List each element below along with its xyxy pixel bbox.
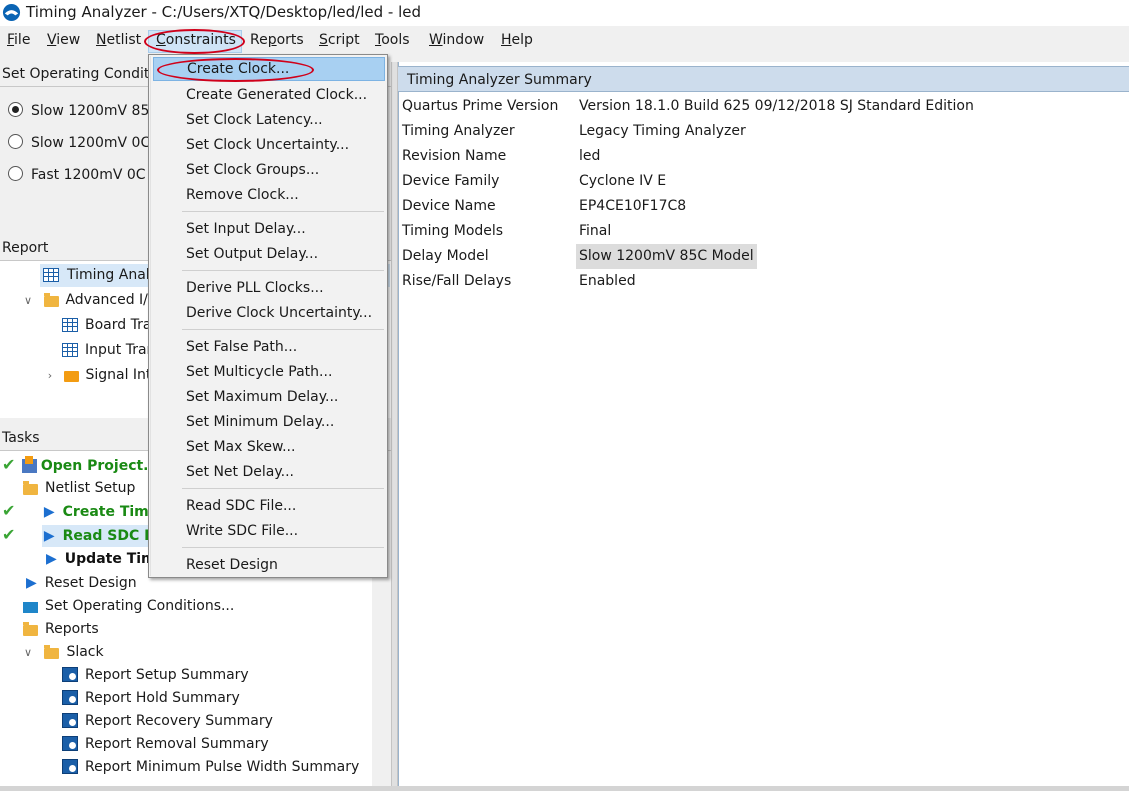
- summary-value: Final: [579, 223, 612, 239]
- menu-script[interactable]: Script: [319, 32, 360, 48]
- summary-key: Quartus Prime Version: [402, 98, 559, 114]
- chevron-right-icon[interactable]: ›: [44, 364, 56, 387]
- window-title: Timing Analyzer - C:/Users/XTQ/Desktop/l…: [26, 3, 422, 21]
- menu-separator: [182, 488, 384, 489]
- task-report-min-pulse-width-summary[interactable]: Report Minimum Pulse Width Summary: [62, 756, 359, 778]
- menu-view[interactable]: View: [47, 32, 80, 48]
- menu-separator: [182, 270, 384, 271]
- menu-item-set-input-delay[interactable]: Set Input Delay...: [153, 217, 385, 241]
- summary-value: led: [579, 148, 601, 164]
- table-icon: [62, 343, 78, 357]
- title-bar: Timing Analyzer - C:/Users/XTQ/Desktop/l…: [0, 0, 1129, 26]
- checkmark-icon: ✔: [2, 525, 16, 544]
- summary-key: Rise/Fall Delays: [402, 273, 512, 289]
- folder-icon: [64, 371, 80, 382]
- menu-item-write-sdc-file[interactable]: Write SDC File...: [153, 519, 385, 543]
- timing-analyzer-app-icon: [2, 3, 21, 22]
- play-icon: ▶: [43, 504, 55, 520]
- summary-key: Delay Model: [402, 248, 489, 264]
- folder-open-icon: [44, 293, 60, 307]
- task-slack[interactable]: ∨ Slack: [22, 641, 104, 663]
- menu-item-set-clock-groups[interactable]: Set Clock Groups...: [153, 158, 385, 182]
- chevron-down-icon[interactable]: ∨: [22, 289, 34, 312]
- summary-pane: [398, 62, 1129, 791]
- report-icon: [62, 690, 78, 705]
- play-icon: ▶: [43, 528, 55, 544]
- summary-value: Version 18.1.0 Build 625 09/12/2018 SJ S…: [579, 98, 974, 114]
- summary-key: Timing Analyzer: [402, 123, 515, 139]
- report-icon: [62, 667, 78, 682]
- menu-file[interactable]: File: [7, 32, 30, 48]
- horizontal-scrollbar[interactable]: [0, 786, 1129, 791]
- menu-separator: [182, 211, 384, 212]
- summary-key: Timing Models: [402, 223, 504, 239]
- menu-separator: [182, 547, 384, 548]
- menu-item-set-clock-latency[interactable]: Set Clock Latency...: [153, 108, 385, 132]
- menu-tools[interactable]: Tools: [375, 32, 410, 48]
- summary-value: Legacy Timing Analyzer: [579, 123, 746, 139]
- conditions-icon: [23, 602, 38, 613]
- menu-separator: [182, 329, 384, 330]
- summary-key: Device Name: [402, 198, 496, 214]
- menu-item-set-minimum-delay[interactable]: Set Minimum Delay...: [153, 410, 385, 434]
- menu-window[interactable]: Window: [429, 32, 484, 48]
- task-report-setup-summary[interactable]: Report Setup Summary: [62, 664, 249, 686]
- report-icon: [62, 759, 78, 774]
- summary-value: Cyclone IV E: [579, 173, 667, 189]
- summary-value: Enabled: [579, 273, 636, 289]
- folder-open-icon: [23, 481, 38, 495]
- task-reset-design[interactable]: ▶ Reset Design: [26, 572, 137, 594]
- menu-constraints[interactable]: Constraints: [156, 32, 236, 48]
- menu-item-set-net-delay[interactable]: Set Net Delay...: [153, 460, 385, 484]
- menu-item-set-false-path[interactable]: Set False Path...: [153, 335, 385, 359]
- menu-item-derive-clock-uncertainty[interactable]: Derive Clock Uncertainty...: [153, 301, 385, 325]
- checkmark-icon: ✔: [2, 455, 16, 474]
- menu-netlist[interactable]: Netlist: [96, 32, 141, 48]
- menu-help[interactable]: Help: [501, 32, 533, 48]
- constraints-dropdown-menu: Create Clock... Create Generated Clock..…: [148, 54, 388, 578]
- checkmark-icon: ✔: [2, 501, 16, 520]
- menu-item-reset-design[interactable]: Reset Design: [153, 553, 385, 577]
- play-icon: ▶: [46, 551, 57, 567]
- task-reports[interactable]: Reports: [23, 618, 99, 640]
- menu-item-create-clock[interactable]: Create Clock...: [153, 57, 385, 81]
- vertical-splitter[interactable]: [391, 62, 398, 786]
- menu-item-set-max-skew[interactable]: Set Max Skew...: [153, 435, 385, 459]
- menu-item-set-maximum-delay[interactable]: Set Maximum Delay...: [153, 385, 385, 409]
- task-report-hold-summary[interactable]: Report Hold Summary: [62, 687, 240, 709]
- report-icon: [62, 736, 78, 751]
- menu-item-remove-clock[interactable]: Remove Clock...: [153, 183, 385, 207]
- menu-bar: File View Netlist Constraints Reports Sc…: [0, 28, 1129, 54]
- folder-open-icon: [44, 645, 60, 659]
- summary-key: Revision Name: [402, 148, 507, 164]
- radio-selected-icon[interactable]: [8, 102, 23, 117]
- radio-icon[interactable]: [8, 134, 23, 149]
- summary-value-highlighted[interactable]: Slow 1200mV 85C Model: [576, 244, 757, 269]
- folder-open-icon: [23, 622, 38, 636]
- table-icon: [62, 318, 78, 332]
- menu-reports[interactable]: Reports: [250, 32, 304, 48]
- summary-title-bar: Timing Analyzer Summary: [398, 66, 1129, 92]
- task-open-project[interactable]: ✔ Open Project...: [2, 454, 159, 476]
- menu-item-set-clock-uncertainty[interactable]: Set Clock Uncertainty...: [153, 133, 385, 157]
- menu-item-read-sdc-file[interactable]: Read SDC File...: [153, 494, 385, 518]
- menu-item-set-output-delay[interactable]: Set Output Delay...: [153, 242, 385, 266]
- menu-item-derive-pll-clocks[interactable]: Derive PLL Clocks...: [153, 276, 385, 300]
- chevron-down-icon[interactable]: ∨: [22, 642, 34, 664]
- task-netlist-setup[interactable]: Netlist Setup: [23, 477, 135, 499]
- radio-icon[interactable]: [8, 166, 23, 181]
- summary-value: EP4CE10F17C8: [579, 198, 687, 214]
- report-icon: [62, 713, 78, 728]
- table-icon: [43, 268, 59, 282]
- menu-item-set-multicycle-path[interactable]: Set Multicycle Path...: [153, 360, 385, 384]
- task-set-operating-conditions[interactable]: Set Operating Conditions...: [23, 595, 234, 617]
- project-icon: [21, 456, 37, 473]
- summary-key: Device Family: [402, 173, 500, 189]
- menu-item-create-generated-clock[interactable]: Create Generated Clock...: [153, 83, 385, 107]
- task-report-recovery-summary[interactable]: Report Recovery Summary: [62, 710, 273, 732]
- play-icon: ▶: [26, 575, 37, 591]
- task-report-removal-summary[interactable]: Report Removal Summary: [62, 733, 269, 755]
